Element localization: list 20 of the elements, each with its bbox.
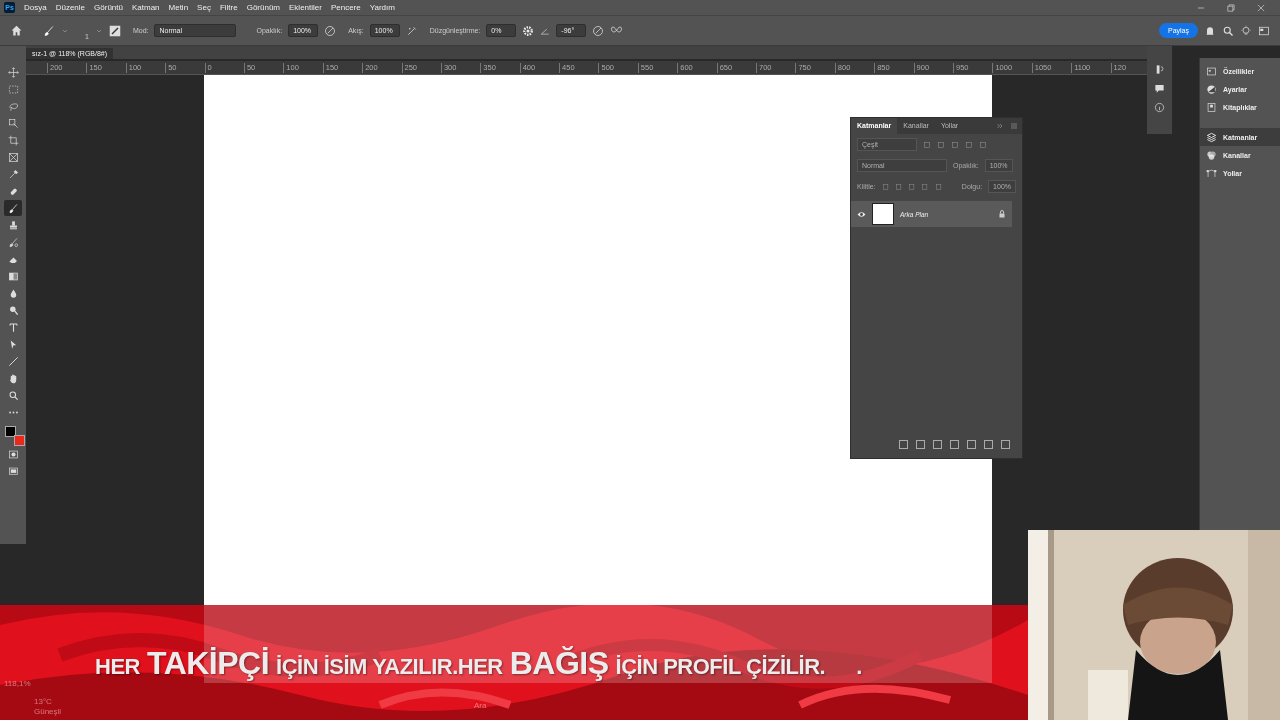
menu-item[interactable]: Eklentiler xyxy=(289,3,322,12)
menu-item[interactable]: Görünüm xyxy=(246,3,281,12)
temperature: 13°C xyxy=(34,697,52,706)
banner-text: İÇİN İSİM YAZILIR.HER xyxy=(276,654,503,680)
menu-item[interactable]: Yardım xyxy=(369,3,395,12)
menu-item[interactable]: Seç xyxy=(197,3,211,12)
banner-text: BAĞIŞ xyxy=(509,645,609,682)
zoom-level: 118,1% xyxy=(4,679,31,688)
menu-item[interactable]: Pencere xyxy=(330,3,361,12)
weather-label: Güneşli xyxy=(34,707,62,716)
menu-item[interactable]: Filtre xyxy=(219,3,238,12)
menu-item[interactable]: Metin xyxy=(168,3,189,12)
menu-item[interactable]: Görüntü xyxy=(94,3,123,12)
banner-text: TAKİPÇİ xyxy=(146,645,270,682)
banner-text: İÇİN PROFİL ÇİZİLİR. xyxy=(615,654,826,680)
banner-text: HER xyxy=(95,654,140,680)
banner-text: . xyxy=(856,654,862,680)
menu-item[interactable]: Dosya xyxy=(24,3,47,12)
menu-item[interactable]: Katman xyxy=(131,3,160,12)
menu-item[interactable]: Düzenle xyxy=(55,3,86,12)
